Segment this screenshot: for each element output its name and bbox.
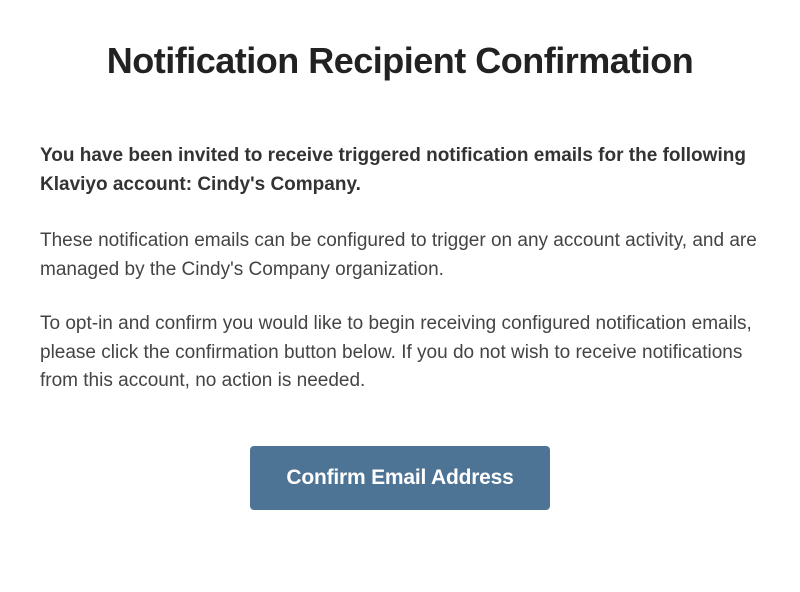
confirm-email-button[interactable]: Confirm Email Address xyxy=(250,446,549,510)
button-container: Confirm Email Address xyxy=(40,446,760,510)
description-paragraph-2: To opt-in and confirm you would like to … xyxy=(40,310,760,396)
intro-text: You have been invited to receive trigger… xyxy=(40,142,760,199)
page-title: Notification Recipient Confirmation xyxy=(40,40,760,82)
description-paragraph-1: These notification emails can be configu… xyxy=(40,227,760,284)
email-container: Notification Recipient Confirmation You … xyxy=(40,40,760,510)
